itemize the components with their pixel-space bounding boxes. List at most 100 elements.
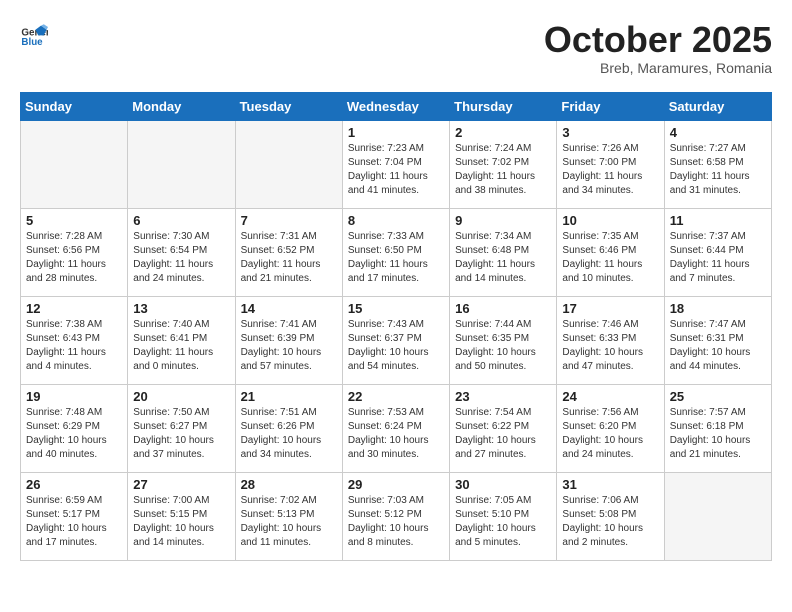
day-info: Sunrise: 7:34 AM Sunset: 6:48 PM Dayligh… bbox=[455, 230, 551, 286]
calendar-cell: 18 Sunrise: 7:47 AM Sunset: 6:31 PM Dayli… bbox=[664, 296, 771, 384]
day-info: Sunrise: 7:27 AM Sunset: 6:58 PM Dayligh… bbox=[670, 142, 766, 198]
month-title: October 2025 bbox=[544, 20, 772, 60]
calendar-cell: 15 Sunrise: 7:43 AM Sunset: 6:37 PM Dayli… bbox=[342, 296, 449, 384]
day-info: Sunrise: 7:50 AM Sunset: 6:27 PM Dayligh… bbox=[133, 406, 229, 462]
calendar-cell: 25 Sunrise: 7:57 AM Sunset: 6:18 PM Dayli… bbox=[664, 384, 771, 472]
day-number: 26 bbox=[26, 477, 122, 492]
day-number: 12 bbox=[26, 301, 122, 316]
calendar-cell bbox=[21, 120, 128, 208]
day-info: Sunrise: 7:47 AM Sunset: 6:31 PM Dayligh… bbox=[670, 318, 766, 374]
calendar-cell: 30 Sunrise: 7:05 AM Sunset: 5:10 PM Dayli… bbox=[450, 472, 557, 560]
day-number: 11 bbox=[670, 213, 766, 228]
day-info: Sunrise: 7:23 AM Sunset: 7:04 PM Dayligh… bbox=[348, 142, 444, 198]
day-info: Sunrise: 7:24 AM Sunset: 7:02 PM Dayligh… bbox=[455, 142, 551, 198]
day-number: 18 bbox=[670, 301, 766, 316]
day-number: 30 bbox=[455, 477, 551, 492]
day-info: Sunrise: 7:00 AM Sunset: 5:15 PM Dayligh… bbox=[133, 494, 229, 550]
weekday-header-friday: Friday bbox=[557, 92, 664, 120]
calendar-cell: 9Sunrise: 7:34 AM Sunset: 6:48 PM Daylig… bbox=[450, 208, 557, 296]
calendar-cell: 7Sunrise: 7:31 AM Sunset: 6:52 PM Daylig… bbox=[235, 208, 342, 296]
calendar-cell: 8 Sunrise: 7:33 AM Sunset: 6:50 PM Daylig… bbox=[342, 208, 449, 296]
day-number: 7 bbox=[241, 213, 337, 228]
weekday-header-tuesday: Tuesday bbox=[235, 92, 342, 120]
day-info: Sunrise: 7:43 AM Sunset: 6:37 PM Dayligh… bbox=[348, 318, 444, 374]
day-info: Sunrise: 7:56 AM Sunset: 6:20 PM Dayligh… bbox=[562, 406, 658, 462]
day-info: Sunrise: 7:38 AM Sunset: 6:43 PM Dayligh… bbox=[26, 318, 122, 374]
calendar-cell bbox=[664, 472, 771, 560]
day-number: 28 bbox=[241, 477, 337, 492]
calendar-cell: 5Sunrise: 7:28 AM Sunset: 6:56 PM Daylig… bbox=[21, 208, 128, 296]
calendar-cell: 22Sunrise: 7:53 AM Sunset: 6:24 PM Dayli… bbox=[342, 384, 449, 472]
day-info: Sunrise: 7:28 AM Sunset: 6:56 PM Dayligh… bbox=[26, 230, 122, 286]
week-row-2: 5Sunrise: 7:28 AM Sunset: 6:56 PM Daylig… bbox=[21, 208, 772, 296]
day-number: 4 bbox=[670, 125, 766, 140]
calendar-cell: 1 Sunrise: 7:23 AM Sunset: 7:04 PM Daylig… bbox=[342, 120, 449, 208]
day-info: Sunrise: 7:54 AM Sunset: 6:22 PM Dayligh… bbox=[455, 406, 551, 462]
week-row-1: 1 Sunrise: 7:23 AM Sunset: 7:04 PM Daylig… bbox=[21, 120, 772, 208]
day-number: 14 bbox=[241, 301, 337, 316]
day-number: 15 bbox=[348, 301, 444, 316]
week-row-3: 12 Sunrise: 7:38 AM Sunset: 6:43 PM Dayli… bbox=[21, 296, 772, 384]
calendar-cell: 6 Sunrise: 7:30 AM Sunset: 6:54 PM Daylig… bbox=[128, 208, 235, 296]
day-number: 8 bbox=[348, 213, 444, 228]
day-number: 19 bbox=[26, 389, 122, 404]
day-number: 20 bbox=[133, 389, 229, 404]
day-info: Sunrise: 7:44 AM Sunset: 6:35 PM Dayligh… bbox=[455, 318, 551, 374]
weekday-header-row: SundayMondayTuesdayWednesdayThursdayFrid… bbox=[21, 92, 772, 120]
day-number: 27 bbox=[133, 477, 229, 492]
day-info: Sunrise: 7:05 AM Sunset: 5:10 PM Dayligh… bbox=[455, 494, 551, 550]
day-info: Sunrise: 7:41 AM Sunset: 6:39 PM Dayligh… bbox=[241, 318, 337, 374]
day-number: 13 bbox=[133, 301, 229, 316]
weekday-header-thursday: Thursday bbox=[450, 92, 557, 120]
calendar-table: SundayMondayTuesdayWednesdayThursdayFrid… bbox=[20, 92, 772, 561]
calendar-cell: 12 Sunrise: 7:38 AM Sunset: 6:43 PM Dayli… bbox=[21, 296, 128, 384]
weekday-header-monday: Monday bbox=[128, 92, 235, 120]
calendar-cell: 26 Sunrise: 6:59 AM Sunset: 5:17 PM Dayli… bbox=[21, 472, 128, 560]
calendar-cell: 24 Sunrise: 7:56 AM Sunset: 6:20 PM Dayli… bbox=[557, 384, 664, 472]
calendar-cell: 21 Sunrise: 7:51 AM Sunset: 6:26 PM Dayli… bbox=[235, 384, 342, 472]
day-number: 2 bbox=[455, 125, 551, 140]
calendar-cell: 2 Sunrise: 7:24 AM Sunset: 7:02 PM Daylig… bbox=[450, 120, 557, 208]
day-info: Sunrise: 7:30 AM Sunset: 6:54 PM Dayligh… bbox=[133, 230, 229, 286]
day-number: 29 bbox=[348, 477, 444, 492]
calendar-cell: 16 Sunrise: 7:44 AM Sunset: 6:35 PM Dayli… bbox=[450, 296, 557, 384]
day-number: 23 bbox=[455, 389, 551, 404]
day-info: Sunrise: 7:40 AM Sunset: 6:41 PM Dayligh… bbox=[133, 318, 229, 374]
day-number: 17 bbox=[562, 301, 658, 316]
day-info: Sunrise: 7:51 AM Sunset: 6:26 PM Dayligh… bbox=[241, 406, 337, 462]
day-number: 24 bbox=[562, 389, 658, 404]
day-number: 31 bbox=[562, 477, 658, 492]
day-number: 25 bbox=[670, 389, 766, 404]
calendar-cell: 27 Sunrise: 7:00 AM Sunset: 5:15 PM Dayli… bbox=[128, 472, 235, 560]
calendar-cell: 3Sunrise: 7:26 AM Sunset: 7:00 PM Daylig… bbox=[557, 120, 664, 208]
weekday-header-saturday: Saturday bbox=[664, 92, 771, 120]
day-info: Sunrise: 7:33 AM Sunset: 6:50 PM Dayligh… bbox=[348, 230, 444, 286]
weekday-header-sunday: Sunday bbox=[21, 92, 128, 120]
day-info: Sunrise: 7:57 AM Sunset: 6:18 PM Dayligh… bbox=[670, 406, 766, 462]
page-header: General Blue October 2025 Breb, Maramure… bbox=[20, 20, 772, 76]
day-info: Sunrise: 7:03 AM Sunset: 5:12 PM Dayligh… bbox=[348, 494, 444, 550]
day-info: Sunrise: 7:53 AM Sunset: 6:24 PM Dayligh… bbox=[348, 406, 444, 462]
day-number: 6 bbox=[133, 213, 229, 228]
week-row-4: 19Sunrise: 7:48 AM Sunset: 6:29 PM Dayli… bbox=[21, 384, 772, 472]
logo: General Blue bbox=[20, 20, 48, 48]
day-number: 21 bbox=[241, 389, 337, 404]
day-number: 3 bbox=[562, 125, 658, 140]
logo-icon: General Blue bbox=[20, 20, 48, 48]
calendar-cell: 23 Sunrise: 7:54 AM Sunset: 6:22 PM Dayli… bbox=[450, 384, 557, 472]
svg-text:Blue: Blue bbox=[21, 37, 43, 48]
calendar-cell: 17Sunrise: 7:46 AM Sunset: 6:33 PM Dayli… bbox=[557, 296, 664, 384]
weekday-header-wednesday: Wednesday bbox=[342, 92, 449, 120]
day-info: Sunrise: 6:59 AM Sunset: 5:17 PM Dayligh… bbox=[26, 494, 122, 550]
day-info: Sunrise: 7:35 AM Sunset: 6:46 PM Dayligh… bbox=[562, 230, 658, 286]
location-subtitle: Breb, Maramures, Romania bbox=[544, 60, 772, 76]
day-number: 16 bbox=[455, 301, 551, 316]
day-number: 1 bbox=[348, 125, 444, 140]
calendar-cell: 28Sunrise: 7:02 AM Sunset: 5:13 PM Dayli… bbox=[235, 472, 342, 560]
day-info: Sunrise: 7:06 AM Sunset: 5:08 PM Dayligh… bbox=[562, 494, 658, 550]
calendar-cell: 11Sunrise: 7:37 AM Sunset: 6:44 PM Dayli… bbox=[664, 208, 771, 296]
calendar-cell: 4 Sunrise: 7:27 AM Sunset: 6:58 PM Daylig… bbox=[664, 120, 771, 208]
calendar-cell bbox=[128, 120, 235, 208]
calendar-cell: 10Sunrise: 7:35 AM Sunset: 6:46 PM Dayli… bbox=[557, 208, 664, 296]
calendar-cell: 31 Sunrise: 7:06 AM Sunset: 5:08 PM Dayli… bbox=[557, 472, 664, 560]
